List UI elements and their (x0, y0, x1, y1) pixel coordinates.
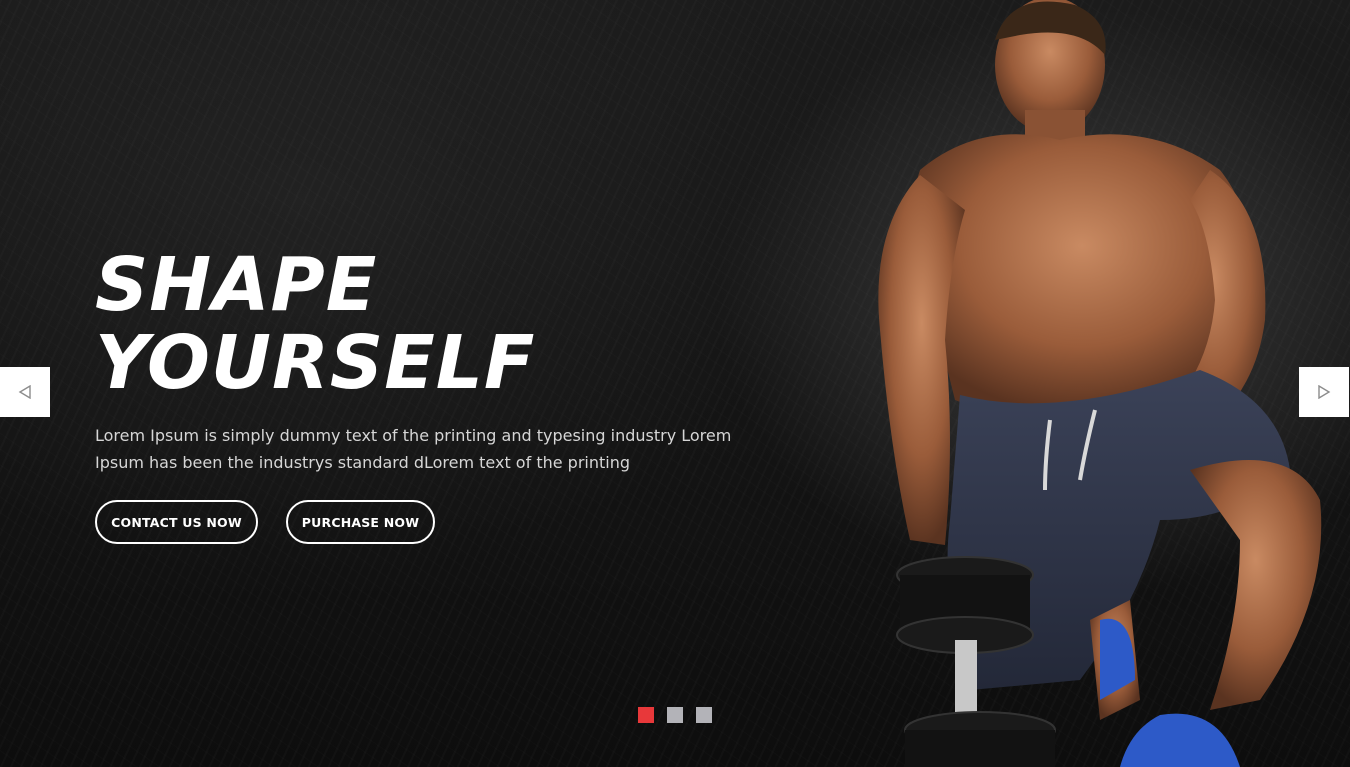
hero-slider: SHAPE YOURSELF Lorem Ipsum is simply dum… (0, 0, 1350, 767)
triangle-right-icon (1318, 385, 1331, 399)
slider-next-button[interactable] (1299, 367, 1349, 417)
purchase-button[interactable]: PURCHASE NOW (286, 500, 435, 544)
slider-dot-2[interactable] (667, 707, 683, 723)
slider-dot-3[interactable] (696, 707, 712, 723)
hero-description: Lorem Ipsum is simply dummy text of the … (95, 426, 732, 472)
slider-prev-button[interactable] (0, 367, 50, 417)
slider-dot-1[interactable] (638, 707, 654, 723)
hero-title: SHAPE YOURSELF (95, 246, 535, 402)
hero-title-line-1: SHAPE (95, 242, 378, 328)
athlete-image (878, 0, 1322, 767)
hero-title-line-2: YOURSELF (95, 320, 536, 406)
contact-us-button[interactable]: CONTACT US NOW (95, 500, 258, 544)
slider-pagination (638, 707, 712, 723)
triangle-left-icon (18, 385, 31, 399)
